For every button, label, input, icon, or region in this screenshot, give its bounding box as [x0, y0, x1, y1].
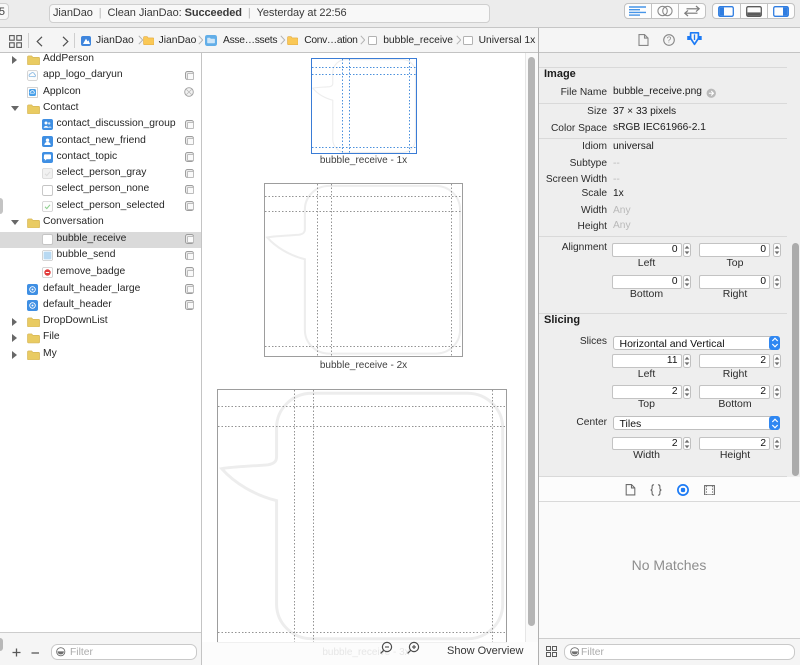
- svg-text:?: ?: [666, 34, 671, 44]
